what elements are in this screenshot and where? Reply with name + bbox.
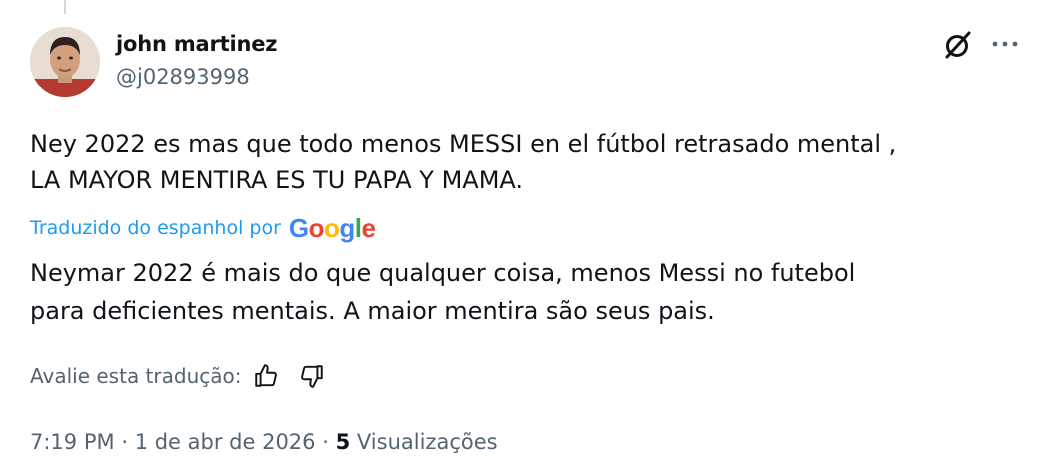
grok-button[interactable] xyxy=(942,29,974,61)
avatar-photo xyxy=(30,27,100,97)
translated-by-link[interactable]: Traduzido do espanhol por xyxy=(30,217,281,239)
tweet-metadata: 7:19 PM · 1 de abr de 2026 · 5 Visualiza… xyxy=(30,430,498,454)
thumbs-up-icon[interactable] xyxy=(253,363,279,389)
author-name[interactable]: john martinez xyxy=(116,32,278,56)
avatar[interactable] xyxy=(30,27,100,97)
meta-separator: · xyxy=(322,430,329,454)
tweet-time[interactable]: 7:19 PM xyxy=(30,430,115,454)
view-count: 5 xyxy=(335,430,351,454)
translated-text: Neymar 2022 é mais do que qualquer coisa… xyxy=(30,259,856,325)
rate-translation-label: Avalie esta tradução: xyxy=(30,364,242,388)
more-icon xyxy=(992,41,1018,47)
translation-attribution: Traduzido do espanhol por Google xyxy=(30,212,376,243)
rate-translation-row: Avalie esta tradução: xyxy=(30,360,325,392)
tweet-text: Ney 2022 es mas que todo menos MESSI en … xyxy=(30,130,897,194)
meta-separator: · xyxy=(121,430,128,454)
thumbs-down-icon[interactable] xyxy=(299,363,325,389)
views-label: Visualizações xyxy=(356,430,498,454)
thread-connector-line xyxy=(64,0,66,14)
grok-icon xyxy=(945,31,971,59)
author-handle[interactable]: @j02893998 xyxy=(116,65,250,89)
more-options-button[interactable] xyxy=(990,32,1020,56)
tweet-date[interactable]: 1 de abr de 2026 xyxy=(135,430,316,454)
google-logo: Google xyxy=(288,212,376,243)
